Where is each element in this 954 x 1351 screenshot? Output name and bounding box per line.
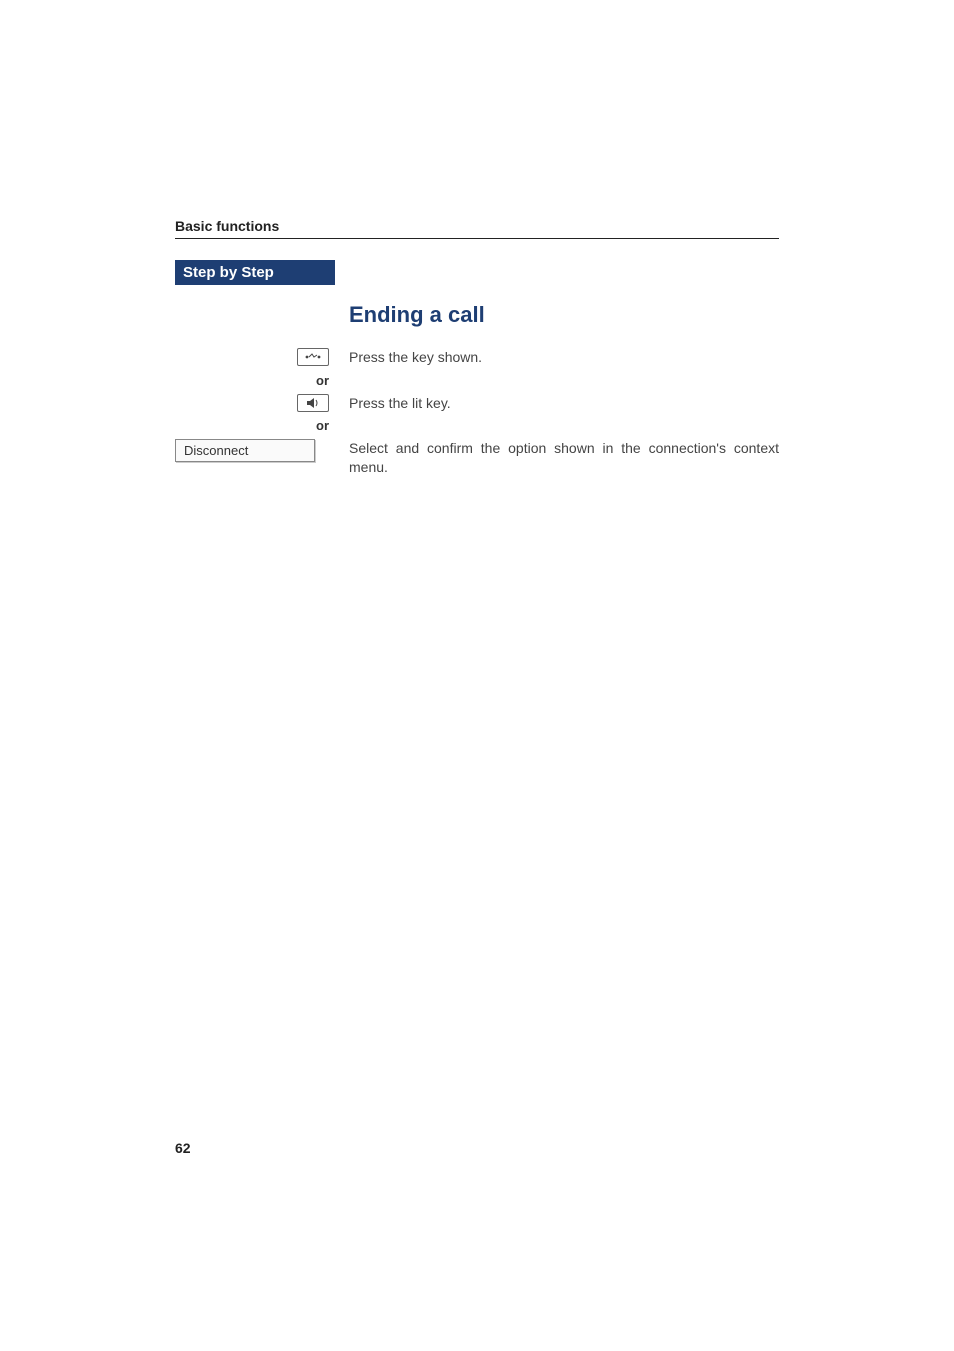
or-separator-1: or bbox=[316, 373, 329, 388]
instruction-press-lit-key: Press the lit key. bbox=[335, 394, 779, 413]
section-heading: Ending a call bbox=[349, 300, 779, 330]
instruction-select-confirm: Select and confirm the option shown in t… bbox=[335, 439, 779, 477]
speaker-lit-key-icon bbox=[297, 394, 329, 412]
instruction-press-key-shown: Press the key shown. bbox=[335, 348, 779, 367]
content-area: Ending a call Press the key shown. or bbox=[175, 300, 779, 483]
header-section-title: Basic functions bbox=[175, 218, 779, 238]
header-rule bbox=[175, 238, 779, 239]
step-by-step-label: Step by Step bbox=[175, 260, 335, 285]
hangup-key-icon bbox=[297, 348, 329, 366]
page-number: 62 bbox=[175, 1140, 191, 1156]
page-header: Basic functions bbox=[175, 218, 779, 239]
or-separator-2: or bbox=[316, 418, 329, 433]
disconnect-option: Disconnect bbox=[175, 439, 315, 462]
